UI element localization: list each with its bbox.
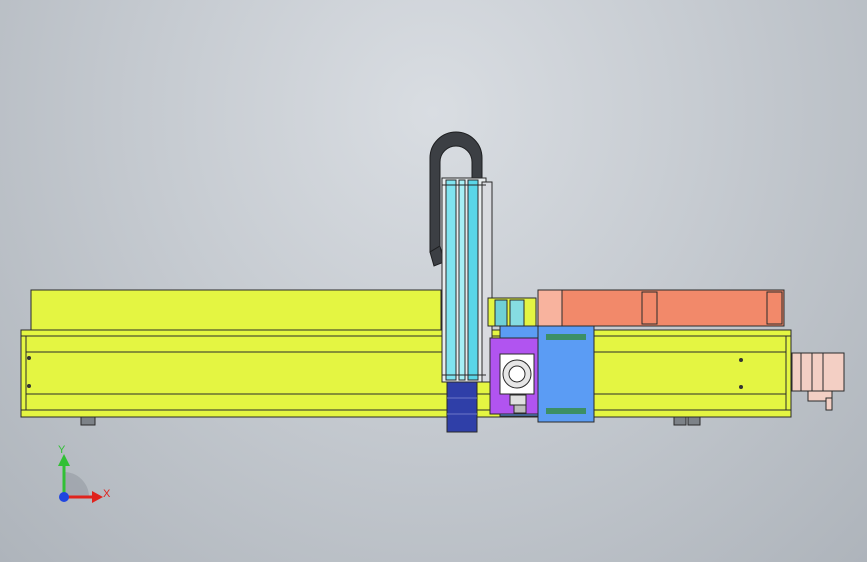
x-axis-label: X [103,488,111,500]
cad-viewport[interactable]: X Y [0,0,867,562]
y-axis-label: Y [58,444,66,456]
upper-beam [30,289,442,331]
stepper-motor-icon [791,352,845,411]
z-axis-column [441,177,493,383]
base-rail [20,329,792,418]
gantry-model [20,131,845,433]
salmon-cover [537,289,785,327]
z-axis-dot [59,492,69,502]
coordinate-triad: X Y [58,444,111,503]
z-motor [446,381,478,433]
carriage [487,297,541,417]
blue-block [537,325,595,423]
foot-pad-icon [80,416,701,426]
